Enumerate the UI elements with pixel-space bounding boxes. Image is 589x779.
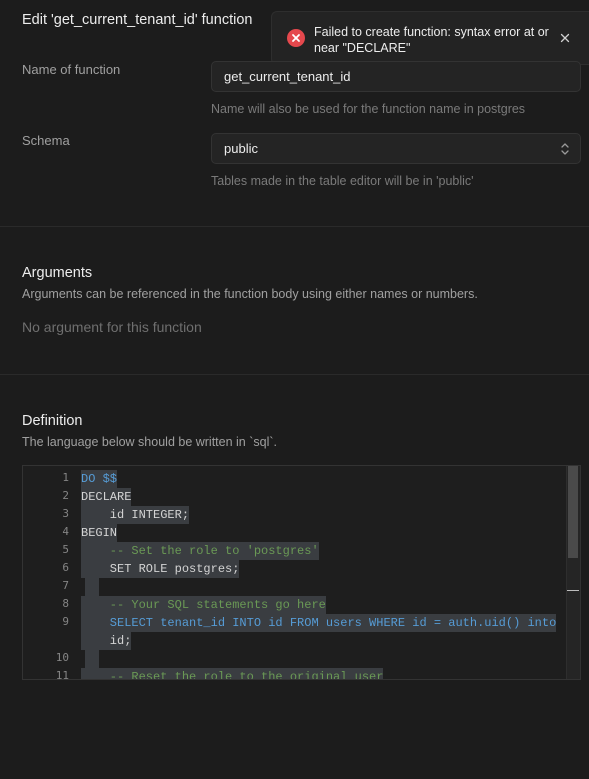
line-number: 11 bbox=[55, 669, 69, 680]
definition-title: Definition bbox=[22, 413, 83, 429]
code-line-text: -- Your SQL statements go here bbox=[81, 598, 326, 612]
code-line: -- Reset the role to the original user bbox=[81, 668, 384, 680]
code-line-text: BEGIN bbox=[81, 526, 118, 540]
divider bbox=[0, 374, 589, 375]
code-line: -- Set the role to 'postgres' bbox=[81, 542, 319, 560]
schema-label: Schema bbox=[22, 133, 70, 148]
code-line: DO $$ bbox=[81, 470, 118, 488]
code-line-text: DO $$ bbox=[81, 472, 118, 486]
error-x-icon bbox=[287, 29, 305, 47]
code-line-text: SET ROLE postgres; bbox=[81, 562, 240, 576]
code-line: SET ROLE postgres; bbox=[81, 560, 240, 578]
code-line: id INTEGER; bbox=[81, 506, 190, 524]
code-line: id; bbox=[81, 632, 132, 650]
arguments-description: Arguments can be referenced in the funct… bbox=[22, 287, 478, 301]
error-toast: Failed to create function: syntax error … bbox=[271, 11, 589, 65]
line-number: 4 bbox=[62, 525, 69, 538]
line-number: 9 bbox=[62, 615, 69, 628]
line-number: 6 bbox=[62, 561, 69, 574]
chevron-up-down-icon bbox=[560, 142, 570, 159]
code-line-text: DECLARE bbox=[81, 490, 132, 504]
panel-title: Edit 'get_current_tenant_id' function bbox=[22, 12, 253, 28]
code-line: -- Your SQL statements go here bbox=[81, 596, 326, 614]
function-name-input[interactable]: get_current_tenant_id bbox=[211, 61, 581, 92]
line-number-gutter: 1 2 3 4 5 6 7 8 9 10 11 bbox=[23, 466, 73, 679]
sql-editor[interactable]: 1 2 3 4 5 6 7 8 9 10 11 DO $$ DECLARE id… bbox=[22, 465, 581, 680]
toast-message: Failed to create function: syntax error … bbox=[314, 25, 549, 55]
code-line-text: -- Reset the role to the original user bbox=[81, 670, 384, 680]
code-line-text: id; bbox=[81, 634, 132, 648]
code-line-text: -- Set the role to 'postgres' bbox=[81, 544, 319, 558]
code-line-text: id INTEGER; bbox=[81, 508, 190, 522]
line-number: 8 bbox=[62, 597, 69, 610]
function-name-hint: Name will also be used for the function … bbox=[211, 102, 526, 116]
function-name-value: get_current_tenant_id bbox=[224, 69, 351, 84]
schema-select[interactable]: public bbox=[211, 133, 581, 164]
arguments-empty: No argument for this function bbox=[22, 319, 202, 335]
code-area[interactable]: DO $$ DECLARE id INTEGER; BEGIN -- Set t… bbox=[81, 466, 557, 680]
code-line: BEGIN bbox=[81, 524, 118, 542]
code-line: SELECT tenant_id INTO id FROM users WHER… bbox=[81, 614, 557, 632]
arguments-title: Arguments bbox=[22, 265, 93, 281]
close-icon[interactable] bbox=[556, 29, 574, 47]
line-number: 7 bbox=[62, 579, 69, 592]
editor-scrollbar[interactable] bbox=[566, 466, 580, 679]
code-line bbox=[85, 650, 99, 668]
scrollbar-thumb[interactable] bbox=[568, 466, 578, 558]
schema-hint: Tables made in the table editor will be … bbox=[211, 174, 474, 188]
line-number: 2 bbox=[62, 489, 69, 502]
function-name-label: Name of function bbox=[22, 62, 121, 77]
scrollbar-marker bbox=[567, 590, 579, 591]
line-number: 5 bbox=[62, 543, 69, 556]
line-number: 3 bbox=[62, 507, 69, 520]
line-number: 1 bbox=[62, 471, 69, 484]
divider bbox=[0, 226, 589, 227]
schema-value: public bbox=[224, 141, 258, 156]
code-line: DECLARE bbox=[81, 488, 132, 506]
definition-description: The language below should be written in … bbox=[22, 435, 278, 449]
code-line-text: SELECT tenant_id INTO id FROM users WHER… bbox=[81, 616, 557, 630]
code-line bbox=[85, 578, 99, 596]
line-number: 10 bbox=[55, 651, 69, 664]
